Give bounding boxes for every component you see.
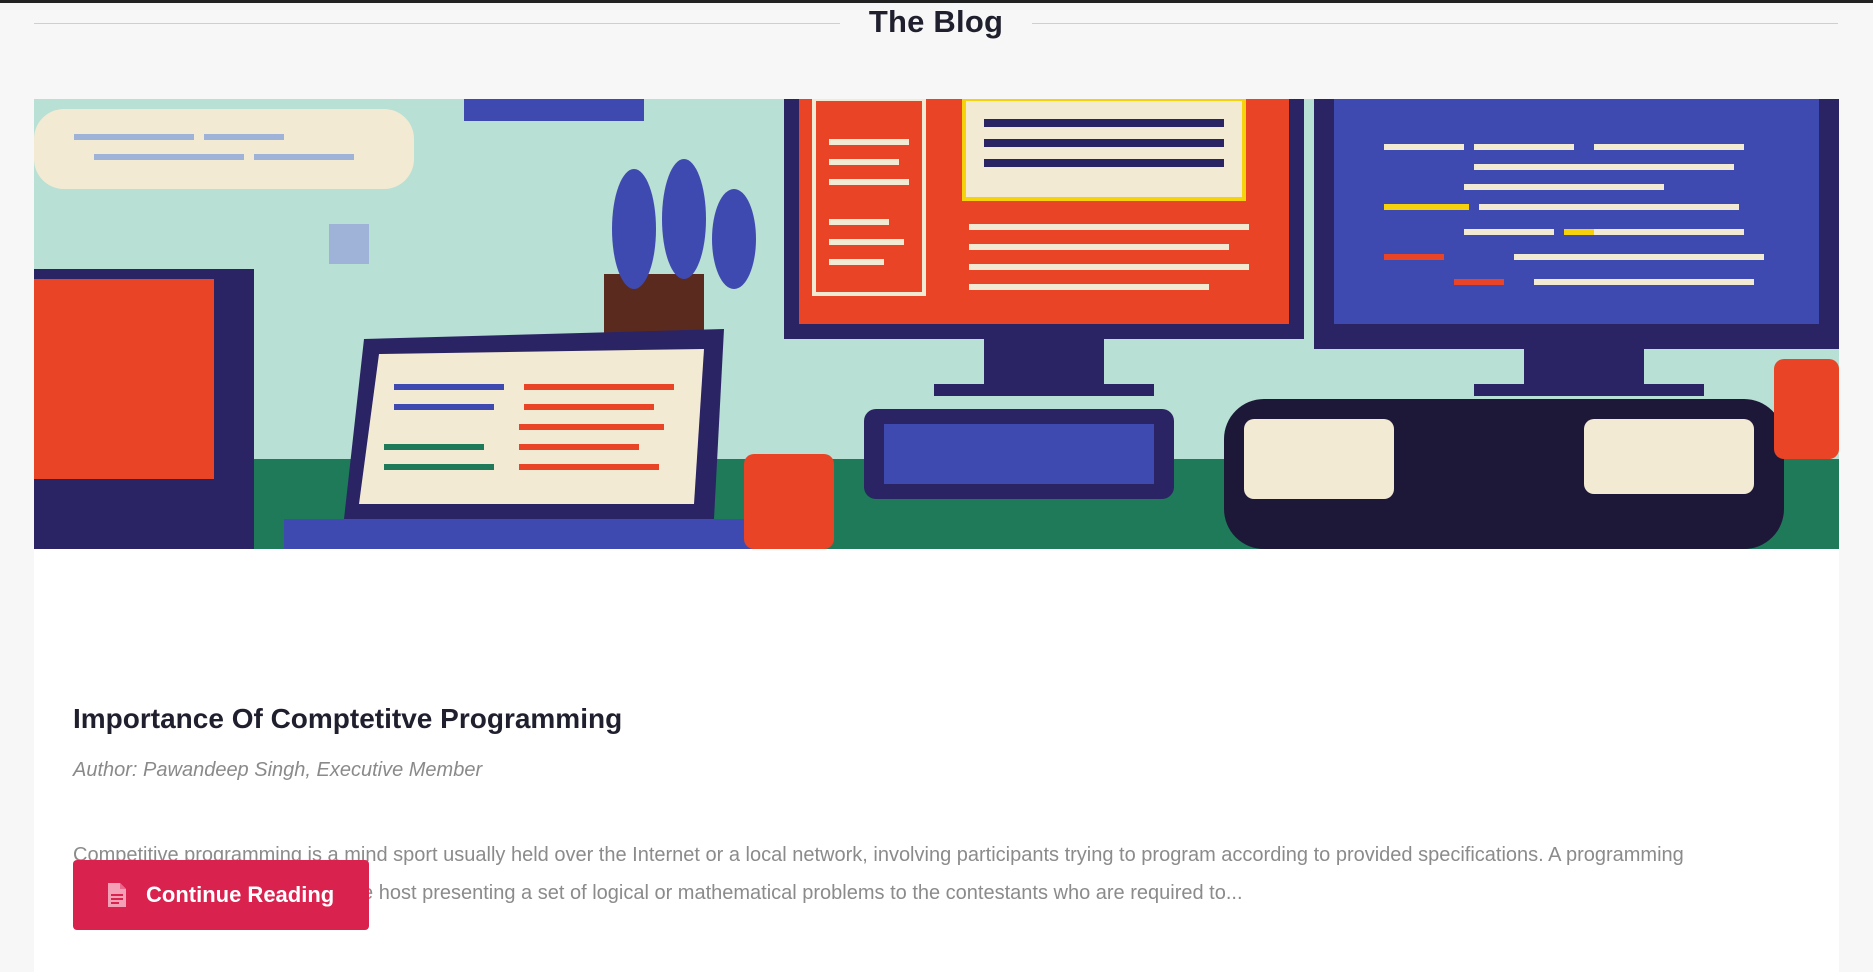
post-title[interactable]: Importance Of Comptetitve Programming (73, 703, 622, 735)
section-title: The Blog (868, 4, 1004, 39)
post-author: Author: Pawandeep Singh, Executive Membe… (73, 759, 483, 781)
post-hero-image[interactable] (34, 99, 1839, 549)
divider-right (1032, 23, 1838, 24)
continue-reading-button[interactable]: Continue Reading (73, 860, 369, 930)
top-border (0, 0, 1873, 3)
continue-reading-label: Continue Reading (146, 882, 335, 907)
section-header: The Blog (34, 4, 1839, 44)
blog-post-card: Importance Of Comptetitve Programming Au… (34, 99, 1839, 972)
document-icon (108, 883, 126, 907)
divider-left (34, 23, 840, 24)
